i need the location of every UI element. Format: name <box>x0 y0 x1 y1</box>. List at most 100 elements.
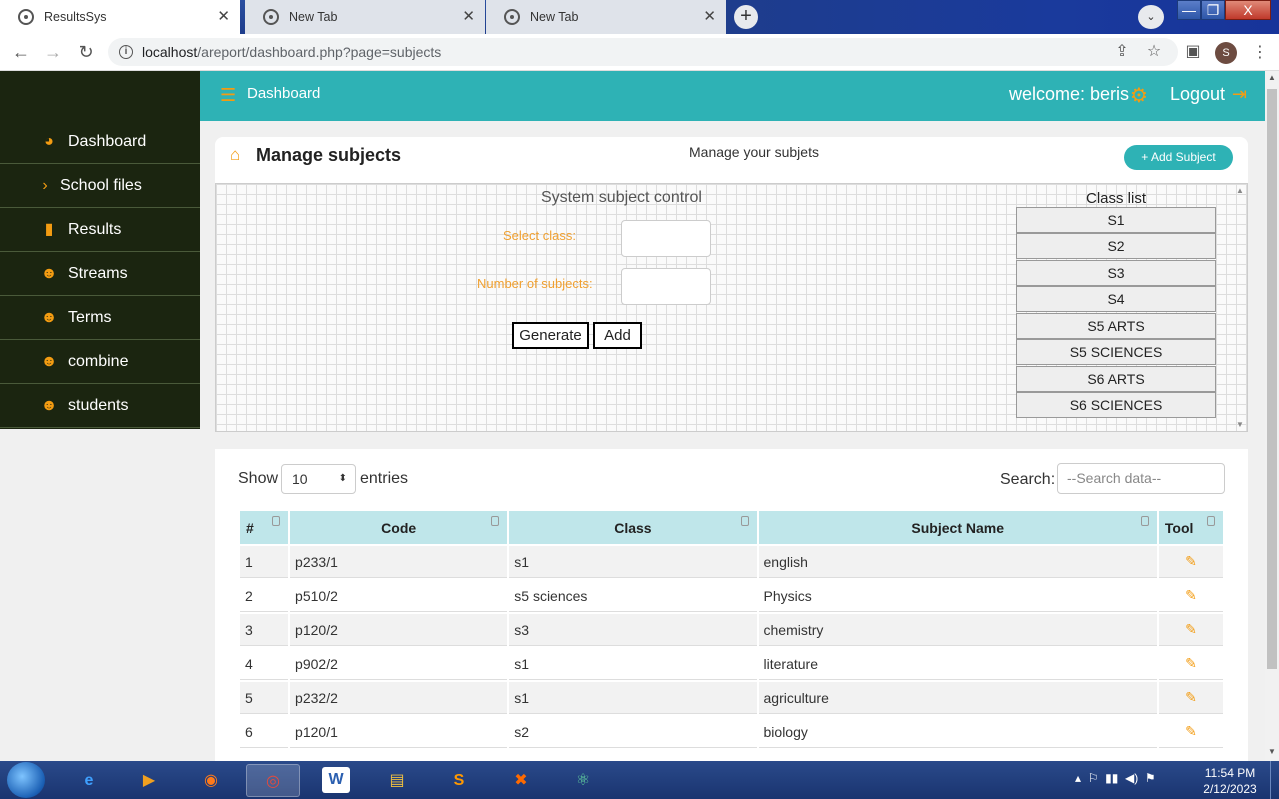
cell-class: s3 <box>509 614 757 646</box>
reload-icon[interactable]: ↻ <box>74 40 98 64</box>
scroll-up-arrow-icon[interactable]: ▲ <box>1268 73 1276 82</box>
chrome-tab-icon <box>504 9 520 25</box>
logout-link[interactable]: Logout <box>1170 84 1225 105</box>
class-item[interactable]: S6 SCIENCES <box>1016 392 1216 418</box>
col-header-num[interactable]: # <box>240 511 289 544</box>
sidebar-item-combine[interactable]: ☻ combine <box>0 340 200 384</box>
sidebar-item-students[interactable]: ☻ students <box>0 384 200 428</box>
cell-class: s2 <box>509 716 757 748</box>
tab-new-1[interactable]: New Tab ✕ <box>245 0 485 34</box>
num-subjects-field[interactable] <box>621 268 711 305</box>
edit-pencil-icon[interactable]: ✎ <box>1158 614 1223 646</box>
cell-subject: biology <box>758 716 1157 748</box>
edit-pencil-icon[interactable]: ✎ <box>1158 580 1223 612</box>
system-tray[interactable]: ▴ ⚐ ▮▮ ◀) ⚑ <box>1075 771 1156 785</box>
taskbar-clock[interactable]: 11:54 PM 2/12/2023 <box>1196 765 1264 797</box>
atom-icon[interactable]: ⚛ <box>556 764 610 797</box>
cell-num: 6 <box>240 716 289 748</box>
sidebar-item-terms[interactable]: ☻ Terms <box>0 296 200 340</box>
page-scrollbar[interactable]: ▲ ▼ <box>1265 71 1279 761</box>
share-icon[interactable]: ⇪ <box>1112 42 1132 62</box>
tab-search-chevron-icon[interactable]: ⌄ <box>1138 5 1164 29</box>
edit-pencil-icon[interactable]: ✎ <box>1158 546 1223 578</box>
class-item[interactable]: S5 ARTS <box>1016 313 1216 339</box>
col-header-code[interactable]: Code <box>290 511 508 544</box>
edit-pencil-icon[interactable]: ✎ <box>1158 682 1223 714</box>
window-close-button[interactable]: X <box>1225 0 1271 20</box>
class-item[interactable]: S5 SCIENCES <box>1016 339 1216 365</box>
media-player-icon[interactable]: ▶ <box>122 764 176 797</box>
show-desktop-button[interactable] <box>1270 761 1279 799</box>
table-row: 6 p120/1 s2 biology ✎ <box>240 716 1223 748</box>
file-explorer-icon[interactable]: ▤ <box>370 764 424 797</box>
cell-code: p233/1 <box>290 546 508 578</box>
tab-close-icon[interactable]: ✕ <box>462 9 475 25</box>
forward-arrow-icon[interactable]: → <box>41 40 65 64</box>
window-maximize-button[interactable]: ❐ <box>1201 0 1225 20</box>
xampp-icon[interactable]: ✖ <box>494 764 548 797</box>
firefox-icon[interactable]: ◉ <box>184 764 238 797</box>
col-header-class[interactable]: Class <box>509 511 757 544</box>
tab-close-icon[interactable]: ✕ <box>217 9 230 25</box>
sidebar-item-results[interactable]: ▮ Results <box>0 208 200 252</box>
cell-class: s1 <box>509 682 757 714</box>
info-icon[interactable]: i <box>119 45 133 59</box>
edit-pencil-icon[interactable]: ✎ <box>1158 648 1223 680</box>
class-item[interactable]: S1 <box>1016 207 1216 233</box>
side-panel-icon[interactable]: ▣ <box>1183 42 1203 62</box>
start-button[interactable] <box>7 762 45 798</box>
url-host: localhost <box>142 44 198 60</box>
col-header-subject[interactable]: Subject Name <box>758 511 1157 544</box>
menu-dots-icon[interactable]: ⋮ <box>1252 42 1268 62</box>
scroll-down-arrow-icon[interactable]: ▼ <box>1236 420 1244 429</box>
generate-button[interactable]: Generate <box>512 322 589 349</box>
cell-code: p510/2 <box>290 580 508 612</box>
new-tab-button[interactable]: + <box>734 5 758 29</box>
window-minimize-button[interactable]: — <box>1177 0 1201 20</box>
class-item[interactable]: S3 <box>1016 260 1216 286</box>
chrome-tab-icon <box>263 9 279 25</box>
navbar-brand[interactable]: Dashboard <box>247 85 320 102</box>
welcome-text: welcome: beris <box>1009 84 1130 104</box>
sublime-icon[interactable]: S <box>432 764 486 797</box>
scroll-up-arrow-icon[interactable]: ▲ <box>1236 186 1244 195</box>
edit-pencil-icon[interactable]: ✎ <box>1158 716 1223 748</box>
tab-resultssys[interactable]: ResultsSys ✕ <box>0 0 240 34</box>
add-button[interactable]: Add <box>593 322 642 349</box>
sidebar-item-streams[interactable]: ☻ Streams <box>0 252 200 296</box>
select-class-field[interactable] <box>621 220 711 257</box>
profile-avatar[interactable]: S <box>1215 42 1237 64</box>
tab-new-2[interactable]: New Tab ✕ <box>486 0 726 34</box>
sidebar-item-school-files[interactable]: › School files <box>0 164 200 208</box>
tab-close-icon[interactable]: ✕ <box>703 9 716 25</box>
internet-explorer-icon[interactable]: e <box>62 764 116 797</box>
sidebar-item-dashboard[interactable]: ◕ Dashboard <box>0 120 200 164</box>
cell-num: 4 <box>240 648 289 680</box>
cell-subject: agriculture <box>758 682 1157 714</box>
browser-toolbar: ← → ↻ i localhost/areport/dashboard.php?… <box>0 34 1279 71</box>
scroll-down-arrow-icon[interactable]: ▼ <box>1268 747 1276 756</box>
chrome-icon[interactable]: ◎ <box>246 764 300 797</box>
hamburger-menu-icon[interactable]: ☰ <box>220 85 236 106</box>
gear-icon[interactable]: ⚙ <box>1130 83 1148 108</box>
cell-subject: literature <box>758 648 1157 680</box>
class-item[interactable]: S6 ARTS <box>1016 366 1216 392</box>
col-header-tool[interactable]: Tool <box>1158 511 1223 544</box>
address-bar[interactable]: i localhost/areport/dashboard.php?page=s… <box>108 38 1178 66</box>
subject-control-area: System subject control Select class: Num… <box>215 183 1248 432</box>
entries-select[interactable]: 10 ⬍ <box>281 464 356 494</box>
class-list-title: Class list <box>1086 190 1147 207</box>
add-subject-button[interactable]: + Add Subject <box>1124 145 1233 170</box>
table-row: 2 p510/2 s5 sciences Physics ✎ <box>240 580 1223 612</box>
word-icon[interactable]: W <box>322 767 350 793</box>
back-arrow-icon[interactable]: ← <box>9 40 33 64</box>
select-class-label: Select class: <box>503 228 576 243</box>
search-input[interactable]: --Search data-- <box>1057 463 1225 494</box>
class-item[interactable]: S4 <box>1016 286 1216 312</box>
sign-out-icon[interactable]: ⇥ <box>1232 84 1247 105</box>
class-item[interactable]: S2 <box>1016 233 1216 259</box>
users-icon: ☻ <box>40 308 58 326</box>
cell-subject: english <box>758 546 1157 578</box>
scrollbar-thumb[interactable] <box>1267 89 1277 669</box>
star-icon[interactable]: ☆ <box>1144 42 1164 62</box>
